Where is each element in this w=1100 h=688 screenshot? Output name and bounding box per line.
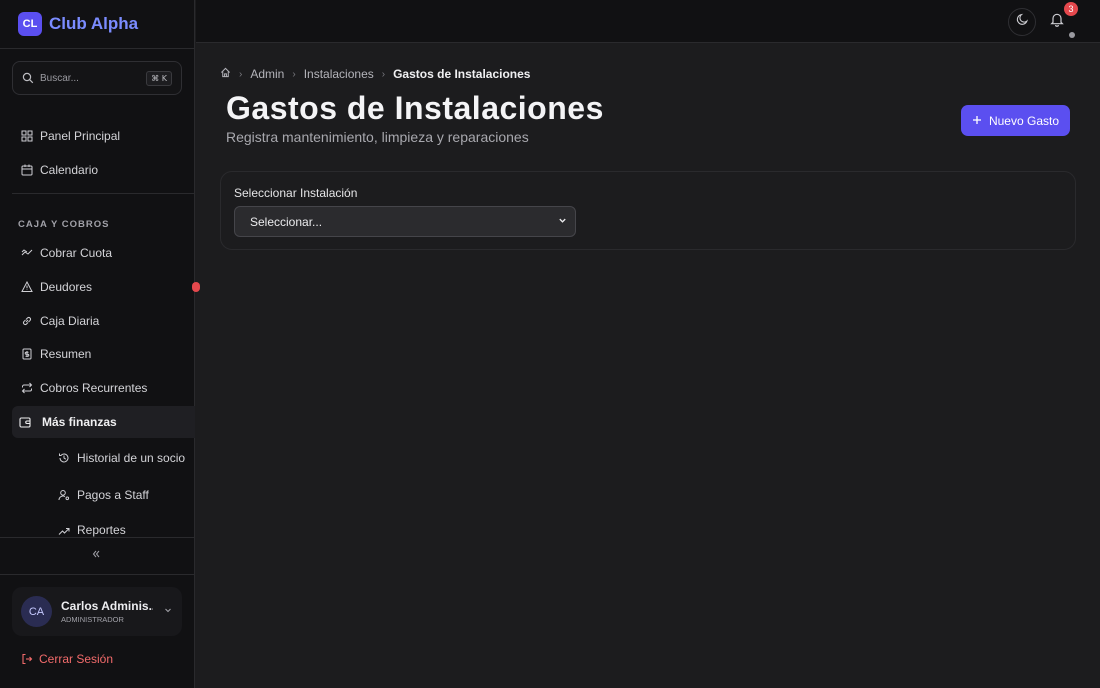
chevron-right-icon: ›	[381, 68, 386, 80]
divider	[12, 193, 195, 194]
sidebar-item-label: Más finanzas	[42, 415, 117, 429]
sidebar-subitem-pagos-staff[interactable]: Pagos a Staff	[12, 479, 195, 511]
chevron-right-icon: ›	[239, 68, 243, 80]
sidebar-item-label: Deudores	[40, 280, 93, 294]
home-icon[interactable]	[220, 67, 231, 81]
history-icon	[58, 452, 70, 464]
sidebar-item-caja-diaria[interactable]: Caja Diaria	[12, 305, 195, 337]
brand-name: Club Alpha	[49, 14, 139, 33]
theme-toggle-button[interactable]	[1008, 8, 1036, 36]
facility-select-value: Seleccionar...	[250, 214, 323, 229]
search-input[interactable]: Buscar... ⌘ K	[12, 61, 182, 95]
divider	[0, 537, 195, 538]
sidebar-subitem-historial[interactable]: Historial de un socio	[12, 442, 195, 474]
logout-icon	[21, 653, 33, 665]
facility-select-label: Seleccionar Instalación	[234, 186, 358, 200]
logout-button[interactable]: Cerrar Sesión	[21, 652, 113, 666]
chevron-down-icon	[558, 216, 567, 227]
user-cog-icon	[58, 489, 70, 501]
user-name: Carlos Adminis...	[61, 599, 153, 613]
breadcrumb-link[interactable]: Admin	[250, 67, 284, 81]
sidebar-item-label: Cobros Recurrentes	[40, 381, 148, 395]
dashboard-icon	[21, 130, 33, 142]
coins-icon	[21, 247, 33, 259]
brand[interactable]: CL Club Alpha	[18, 12, 138, 36]
moon-icon	[1016, 13, 1029, 31]
breadcrumb: › Admin › Instalaciones › Gastos de Inst…	[220, 67, 530, 81]
sidebar: CL Club Alpha Buscar... ⌘ K Panel Princi…	[0, 0, 195, 688]
search-icon	[22, 72, 34, 84]
sidebar-item-label: Calendario	[40, 163, 99, 177]
breadcrumb-current: Gastos de Instalaciones	[393, 67, 531, 81]
divider	[0, 48, 195, 49]
page-subtitle: Registra mantenimiento, limpieza y repar…	[226, 129, 529, 145]
top-bar	[196, 0, 1100, 43]
brand-logo: CL	[18, 12, 42, 36]
avatar: CA	[21, 596, 52, 627]
facility-select[interactable]: Seleccionar...	[234, 206, 576, 237]
sidebar-item-cobrar-cuota[interactable]: Cobrar Cuota	[12, 237, 195, 269]
debtors-alert-dot	[192, 282, 200, 292]
divider	[0, 574, 195, 575]
link-icon	[21, 315, 33, 327]
sidebar-item-label: Resumen	[40, 347, 92, 361]
section-label: CAJA Y COBROS	[18, 219, 110, 230]
new-expense-button[interactable]: Nuevo Gasto	[961, 105, 1070, 136]
page-title: Gastos de Instalaciones	[226, 90, 604, 126]
user-role: ADMINISTRADOR	[61, 615, 124, 624]
notification-count-badge: 3	[1064, 2, 1078, 16]
alert-triangle-icon	[21, 281, 33, 293]
sidebar-item-label: Pagos a Staff	[77, 488, 149, 502]
chevrons-left-icon[interactable]	[90, 548, 102, 563]
plus-icon	[972, 114, 982, 128]
sidebar-item-label: Cobrar Cuota	[40, 246, 113, 260]
facility-select-card: Seleccionar Instalación Seleccionar...	[220, 171, 1076, 250]
sidebar-item-cobros-recurrentes[interactable]: Cobros Recurrentes	[12, 372, 195, 404]
sidebar-item-resumen[interactable]: Resumen	[12, 338, 195, 370]
wallet-icon	[19, 416, 31, 428]
bell-icon	[1049, 13, 1065, 31]
new-expense-label: Nuevo Gasto	[988, 113, 1060, 128]
sidebar-item-panel-principal[interactable]: Panel Principal	[12, 120, 195, 152]
sidebar-subitem-reportes[interactable]: Reportes	[12, 516, 195, 537]
sidebar-item-deudores[interactable]: Deudores	[12, 271, 195, 303]
sidebar-item-calendario[interactable]: Calendario	[12, 154, 195, 186]
shortcut-hint: ⌘ K	[146, 70, 172, 86]
sidebar-item-label: Historial de un socio	[77, 451, 186, 465]
search-placeholder: Buscar...	[40, 72, 79, 84]
chevron-right-icon: ›	[292, 68, 296, 80]
status-dot	[1069, 32, 1075, 38]
sidebar-item-label: Caja Diaria	[40, 314, 100, 328]
breadcrumb-link[interactable]: Instalaciones	[304, 67, 374, 81]
chevron-down-icon	[163, 605, 173, 618]
sidebar-item-label: Panel Principal	[40, 129, 121, 143]
calendar-icon	[21, 164, 33, 176]
user-menu[interactable]: CA Carlos Adminis... ADMINISTRADOR	[12, 587, 182, 636]
receipt-icon	[21, 348, 33, 360]
repeat-icon	[21, 382, 33, 394]
sidebar-item-label: Reportes	[77, 523, 126, 537]
trending-up-icon	[58, 525, 70, 537]
logout-label: Cerrar Sesión	[39, 652, 114, 666]
sidebar-item-mas-finanzas[interactable]: Más finanzas	[12, 406, 195, 438]
